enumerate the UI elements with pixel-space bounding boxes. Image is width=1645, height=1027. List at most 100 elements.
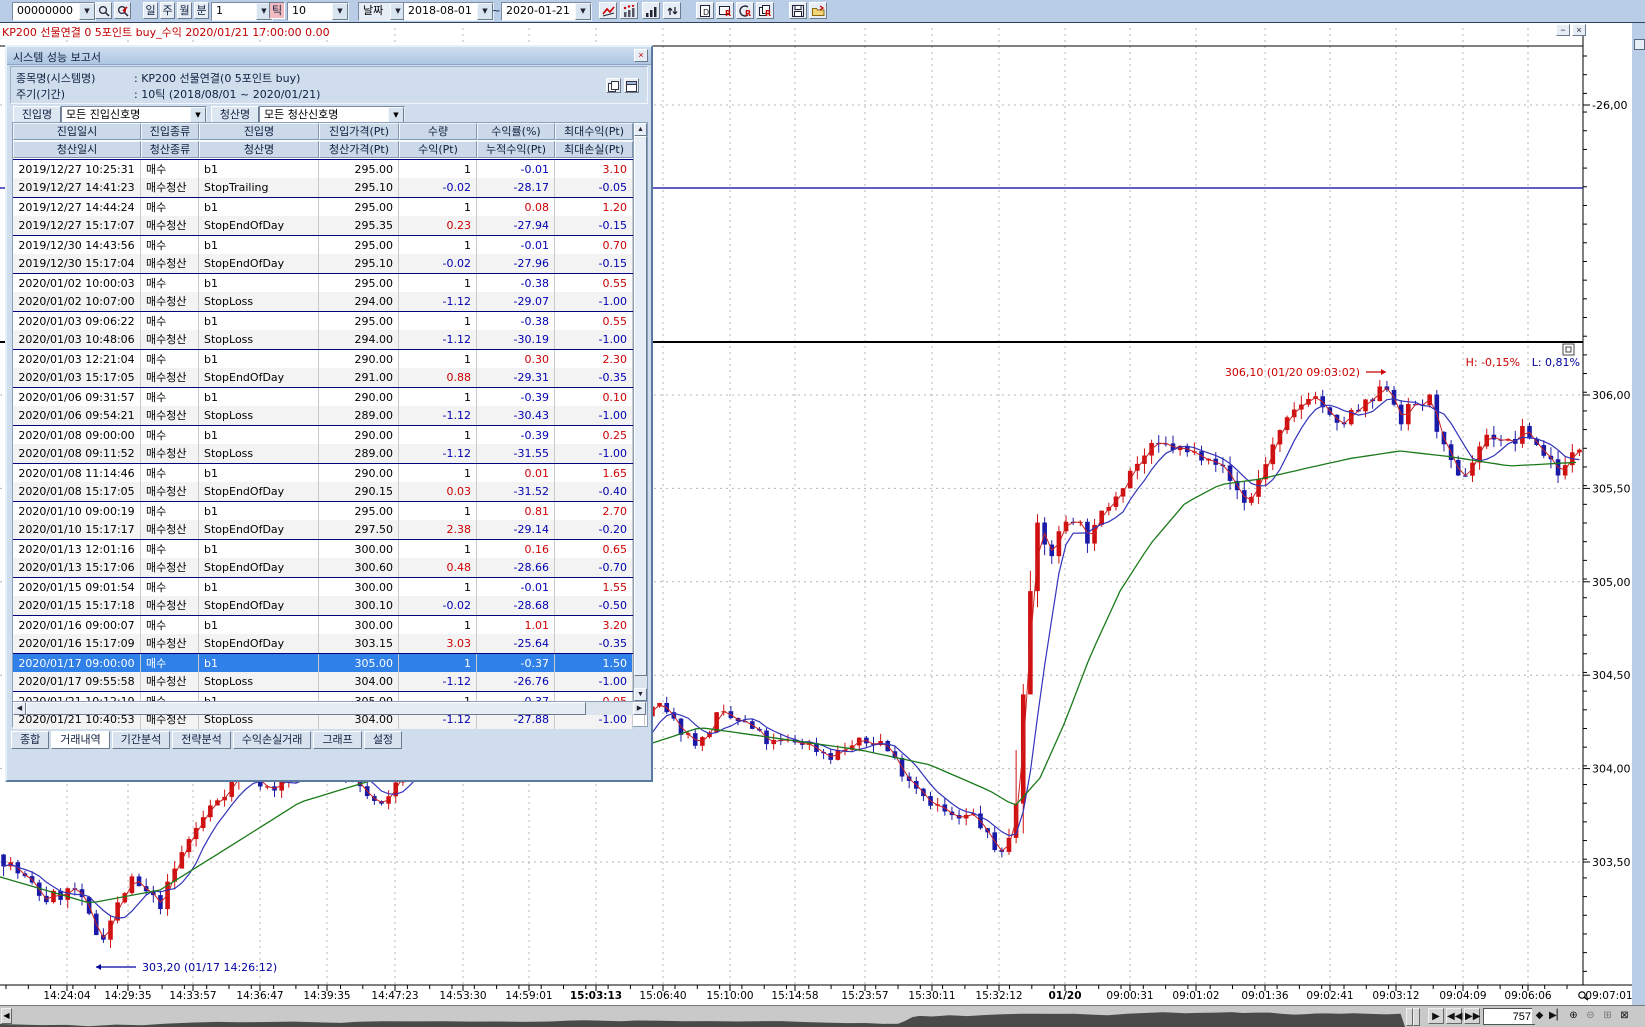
date-from-combo[interactable]: 2018-08-01 ▼ <box>403 2 494 21</box>
table-row[interactable]: 2020/01/15 09:01:54매수b1300.001-0.011.55 <box>13 577 633 596</box>
tab-6[interactable]: 설정 <box>364 731 402 749</box>
table-row[interactable]: 2020/01/02 10:00:03매수b1295.001-0.380.55 <box>13 273 633 292</box>
fast-forward-icon[interactable]: ▶▶ <box>1464 1008 1480 1024</box>
table-row[interactable]: 2020/01/10 09:00:19매수b1295.0010.812.70 <box>13 501 633 520</box>
scroll-right-icon[interactable]: ▶ <box>633 702 646 715</box>
horizontal-scroll-thumb[interactable] <box>26 702 586 715</box>
table-row[interactable]: 2020/01/06 09:31:57매수b1290.001-0.390.10 <box>13 387 633 406</box>
table-row[interactable]: 2020/01/08 09:00:00매수b1290.001-0.390.25 <box>13 425 633 444</box>
right-scroll-strip[interactable] <box>1632 25 1645 1005</box>
table-row[interactable]: 2020/01/03 09:06:22매수b1295.001-0.380.55 <box>13 311 633 330</box>
grid-icon[interactable]: ⊞ <box>1600 1008 1615 1024</box>
signal-bars-dots-icon[interactable] <box>620 2 638 19</box>
table-row[interactable]: 2019/12/27 15:17:07매수청산StopEndOfDay295.3… <box>13 216 633 235</box>
chart-navigator[interactable]: ◀ ▶ ◀◀ ▶▶ ◆ ▶▏ ⊕ ⊖ ⊞ ⊠ <box>0 1005 1645 1027</box>
rewind-icon[interactable]: ◀◀ <box>1446 1008 1462 1024</box>
period-tick-button[interactable]: 틱 <box>269 2 285 19</box>
column-header[interactable]: 수익률(%) <box>477 123 555 140</box>
column-header[interactable]: 청산종류 <box>141 141 199 158</box>
table-row[interactable]: 2020/01/02 10:07:00매수청산StopLoss294.00-1.… <box>13 292 633 311</box>
table-row[interactable]: 2019/12/27 10:25:31매수b1295.001-0.013.10 <box>13 159 633 178</box>
scroll-box[interactable] <box>1634 39 1645 50</box>
column-header[interactable]: 진입종류 <box>141 123 199 140</box>
vertical-scrollbar[interactable]: ▲ ▼ <box>633 123 647 701</box>
period-day-button[interactable]: 일 <box>143 2 158 19</box>
table-row[interactable]: 2020/01/10 15:17:17매수청산StopEndOfDay297.5… <box>13 520 633 539</box>
table-row[interactable]: 2020/01/08 11:14:46매수b1290.0010.011.65 <box>13 463 633 482</box>
window-copy-icon[interactable] <box>606 78 621 93</box>
save-icon[interactable] <box>789 2 807 19</box>
zoom-out-icon[interactable]: ⊖ <box>1583 1008 1598 1024</box>
table-row[interactable]: 2020/01/03 15:17:05매수청산StopEndOfDay291.0… <box>13 368 633 387</box>
chevron-down-icon[interactable]: ▼ <box>332 3 348 20</box>
horizontal-scrollbar[interactable]: ◀ ▶ <box>13 701 647 715</box>
bar-chart-icon[interactable] <box>642 2 660 19</box>
chevron-down-icon[interactable]: ▼ <box>79 3 95 20</box>
table-row[interactable]: 2020/01/16 09:00:07매수b1300.0011.013.20 <box>13 615 633 634</box>
column-header[interactable]: 누적수익(Pt) <box>477 141 555 158</box>
column-header[interactable]: 청산일시 <box>13 141 141 158</box>
table-row[interactable]: 2020/01/06 09:54:21매수청산StopLoss289.00-1.… <box>13 406 633 425</box>
scroll-up-icon[interactable]: ▲ <box>634 123 647 136</box>
table-row[interactable]: 2020/01/03 10:48:06매수청산StopLoss294.00-1.… <box>13 330 633 349</box>
column-header[interactable]: 최대손실(Pt) <box>555 141 633 158</box>
table-row[interactable]: 2020/01/16 15:17:09매수청산StopEndOfDay303.1… <box>13 634 633 653</box>
table-row[interactable]: 2020/01/13 12:01:16매수b1300.0010.160.65 <box>13 539 633 558</box>
column-header[interactable]: 수량 <box>399 123 477 140</box>
period-value-combo[interactable]: 1 ▼ <box>211 2 273 21</box>
tab-1[interactable]: 거래내역 <box>51 731 109 749</box>
close-box-icon[interactable]: ⊠ <box>1617 1008 1632 1024</box>
close-button[interactable]: × <box>1572 24 1586 36</box>
chevron-down-icon[interactable]: ▼ <box>575 3 591 20</box>
date-mode-combo[interactable]: 날짜 ▼ <box>358 2 407 21</box>
table-row[interactable]: 2020/01/03 12:21:04매수b1290.0010.302.30 <box>13 349 633 368</box>
range-handle[interactable] <box>1406 1008 1413 1026</box>
step-end-icon[interactable]: ▶▏ <box>1549 1008 1564 1024</box>
table-row[interactable]: 2020/01/17 09:00:00매수b1305.001-0.371.50 <box>13 653 633 672</box>
dialog-title-bar[interactable]: 시스템 성능 보고서 × <box>7 47 651 65</box>
period-week-button[interactable]: 주 <box>160 2 175 19</box>
search-strategy-icon[interactable] <box>114 2 131 19</box>
tick-value-combo[interactable]: 10 ▼ <box>287 2 349 21</box>
dialog-close-icon[interactable]: × <box>634 49 648 62</box>
screen-r-icon[interactable]: R <box>716 2 734 19</box>
column-header[interactable]: 청산가격(Pt) <box>319 141 399 158</box>
tab-2[interactable]: 기간분석 <box>112 731 170 749</box>
sort-arrows-icon[interactable] <box>663 2 681 19</box>
table-row[interactable]: 2020/01/13 15:17:06매수청산StopEndOfDay300.6… <box>13 558 633 577</box>
period-month-button[interactable]: 월 <box>177 2 192 19</box>
play-icon[interactable]: ▶ <box>1428 1008 1444 1024</box>
column-header[interactable]: 최대수익(Pt) <box>555 123 633 140</box>
vertical-scroll-thumb[interactable] <box>634 136 647 676</box>
column-header[interactable]: 청산명 <box>199 141 319 158</box>
table-row[interactable]: 2020/01/17 09:55:58매수청산StopLoss304.00-1.… <box>13 672 633 691</box>
column-header[interactable]: 수익(Pt) <box>399 141 477 158</box>
open-folder-icon[interactable] <box>809 2 827 19</box>
tab-3[interactable]: 전략분석 <box>172 731 230 749</box>
trend-check-icon[interactable] <box>599 2 617 19</box>
table-row[interactable]: 2019/12/27 14:44:24매수b1295.0010.081.20 <box>13 197 633 216</box>
candle-count-input[interactable] <box>1483 1008 1535 1025</box>
table-row[interactable]: 2020/01/15 15:17:18매수청산StopEndOfDay300.1… <box>13 596 633 615</box>
column-header[interactable]: 진입일시 <box>13 123 141 140</box>
table-row[interactable]: 2020/01/08 15:17:05매수청산StopEndOfDay290.1… <box>13 482 633 501</box>
window-export-icon[interactable] <box>624 78 639 93</box>
chart-r-icon[interactable]: R <box>736 2 754 19</box>
expand-arrows-icon[interactable]: ◆ <box>1532 1008 1547 1024</box>
symbol-combo[interactable]: 00000000 ▼ <box>12 2 96 21</box>
tab-4[interactable]: 수익손실거래 <box>233 731 312 749</box>
table-row[interactable]: 2019/12/30 14:43:56매수b1295.001-0.010.70 <box>13 235 633 254</box>
period-minute-button[interactable]: 분 <box>194 2 209 19</box>
table-row[interactable]: 2020/01/08 09:11:52매수청산StopLoss289.00-1.… <box>13 444 633 463</box>
range-handle[interactable] <box>1413 1008 1420 1026</box>
table-row[interactable]: 2019/12/27 14:41:23매수청산StopTrailing295.1… <box>13 178 633 197</box>
copy-r-icon[interactable]: R <box>756 2 774 19</box>
column-header[interactable]: 진입가격(Pt) <box>319 123 399 140</box>
table-row[interactable]: 2019/12/30 15:17:04매수청산StopEndOfDay295.1… <box>13 254 633 273</box>
navigator-left-button[interactable]: ◀ <box>1 1008 12 1024</box>
column-header[interactable]: 진입명 <box>199 123 319 140</box>
minimize-button[interactable]: − <box>1556 24 1570 36</box>
date-to-combo[interactable]: 2020-01-21 ▼ <box>501 2 592 21</box>
document-d-icon[interactable]: D <box>696 2 714 19</box>
zoom-in-icon[interactable]: ⊕ <box>1566 1008 1581 1024</box>
